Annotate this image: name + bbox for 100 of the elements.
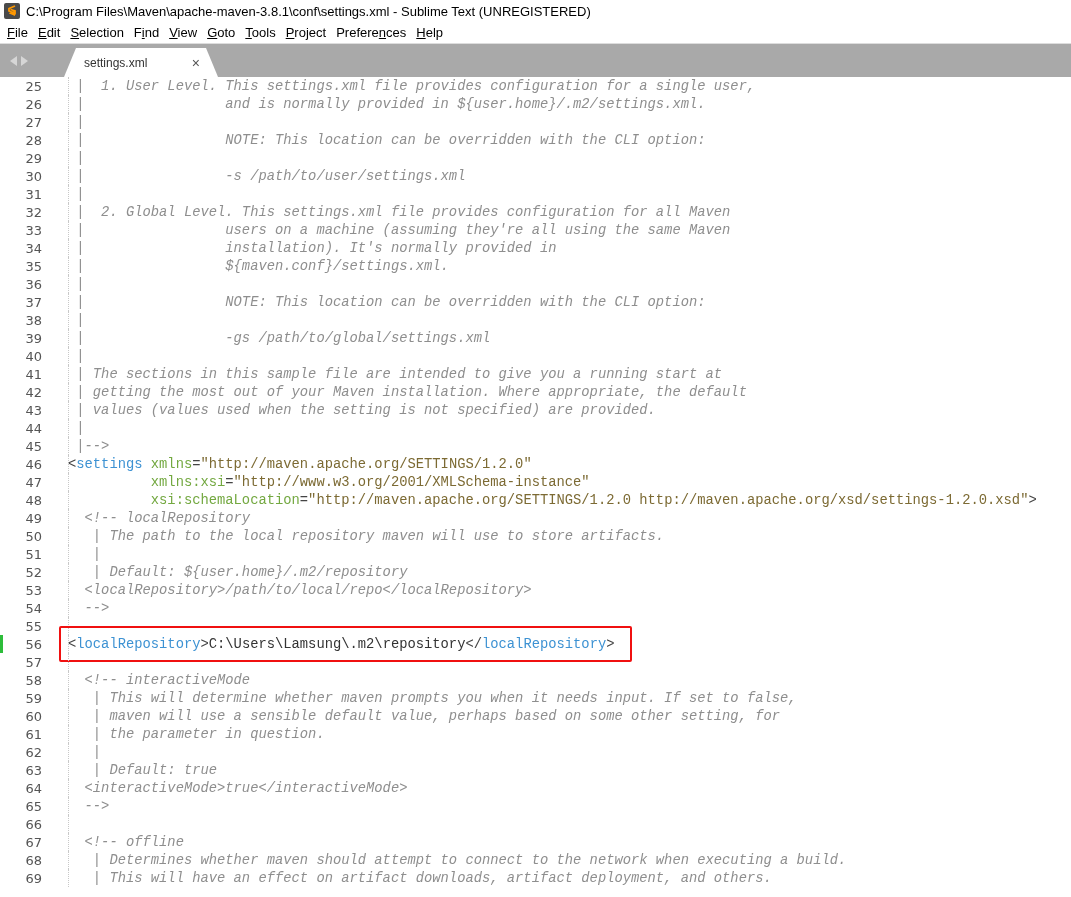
code-line: |: [75, 420, 85, 436]
code-line: <interactiveMode>true</interactiveMode>: [83, 780, 408, 796]
code-line: | 2. Global Level. This settings.xml file provides configuration for all Maven: [75, 204, 731, 220]
line-number: 63: [24, 762, 42, 778]
code-line: | NOTE: This location can be overridden with the CLI option:: [75, 132, 706, 148]
code-line: |: [75, 186, 85, 202]
line-number: 50: [24, 528, 42, 544]
menu-item[interactable]: Tools: [245, 25, 276, 40]
file-tab[interactable]: settings.xml ×: [64, 48, 218, 77]
code-line: | This will have an effect on artifact downloads, artifact deployment, and others.: [91, 870, 772, 886]
line-number: 51: [24, 546, 42, 562]
line-number: 32: [24, 204, 42, 220]
code-line: | NOTE: This location can be overridden with the CLI option:: [75, 294, 706, 310]
code-line: | maven will use a sensible default value, perhaps based on some other setting, for: [91, 708, 781, 724]
line-number: 40: [24, 348, 42, 364]
code-line: |: [91, 744, 102, 760]
line-number: 39: [24, 330, 42, 346]
line-number: 55: [24, 618, 42, 634]
line-number: 28: [24, 132, 42, 148]
close-icon[interactable]: ×: [191, 54, 200, 71]
code-line: | values (values used when the setting is not specified) are provided.: [75, 402, 656, 418]
line-number: 26: [24, 96, 42, 112]
menu-item[interactable]: View: [169, 25, 198, 40]
menu-item[interactable]: Preferences: [336, 25, 407, 40]
line-number: 56: [24, 636, 42, 652]
app-logo-icon: [4, 3, 20, 19]
code-line: | The sections in this sample file are intended to give you a running start at: [75, 366, 723, 382]
code-line: |-->: [75, 438, 110, 454]
line-number: 60: [24, 708, 42, 724]
menu-item[interactable]: Edit: [37, 25, 61, 40]
code-line: | users on a machine (assuming they're all using the same Maven: [75, 222, 731, 238]
line-number: 64: [24, 780, 42, 796]
code-line: | 1. User Level. This settings.xml file provides configuration for a single user,: [75, 78, 756, 94]
line-number: 54: [24, 600, 42, 616]
code-line: | -s /path/to/user/settings.xml: [75, 168, 466, 184]
line-number: 47: [24, 474, 42, 490]
line-number: 68: [24, 852, 42, 868]
line-number: 25: [24, 78, 42, 94]
line-number: 43: [24, 402, 42, 418]
code-line: <!-- interactiveMode: [83, 672, 251, 688]
code-line: | the parameter in question.: [91, 726, 325, 742]
line-number: 37: [24, 294, 42, 310]
menu-item[interactable]: Selection: [70, 25, 124, 40]
code-line: <!-- offline: [83, 834, 184, 850]
menu-item[interactable]: Find: [133, 25, 160, 40]
line-number: 45: [24, 438, 42, 454]
code-line: | getting the most out of your Maven installation. Where appropriate, the default: [75, 384, 747, 400]
code-line: |: [75, 276, 85, 292]
line-number: 35: [24, 258, 42, 274]
line-number: 34: [24, 240, 42, 256]
line-number: 53: [24, 582, 42, 598]
line-number: 29: [24, 150, 42, 166]
code-line: |: [75, 150, 85, 166]
line-number: 36: [24, 276, 42, 292]
line-number: 49: [24, 510, 42, 526]
code-line: <!-- localRepository: [83, 510, 251, 526]
code-line: | This will determine whether maven prompts you when it needs input. If set to false,: [91, 690, 797, 706]
code-line: |: [75, 312, 85, 328]
code-line: | ${maven.conf}/settings.xml.: [75, 258, 449, 274]
code-line: xsi:schemaLocation="http://maven.apache.org/SETTINGS/1.2.0 http://maven.apache.org/xsd/settings-1.2.0.xsd">: [149, 492, 1037, 508]
line-number: 33: [24, 222, 42, 238]
code-line: | -gs /path/to/global/settings.xml: [75, 330, 491, 346]
code-line: | Default: ${user.home}/.m2/repository: [91, 564, 408, 580]
line-number: 66: [24, 816, 42, 832]
line-number: 42: [24, 384, 42, 400]
line-number: 69: [24, 870, 42, 886]
code-line: <settings xmlns="http://maven.apache.org/SETTINGS/1.2.0": [68, 456, 532, 472]
code-line: | Determines whether maven should attempt to connect to the network when executing a build.: [91, 852, 847, 868]
forward-icon[interactable]: [21, 55, 28, 66]
line-number: 48: [24, 492, 42, 508]
menu-item[interactable]: File: [7, 25, 28, 40]
line-number: 52: [24, 564, 42, 580]
code-line: | installation). It's normally provided in: [75, 240, 557, 256]
line-number: 44: [24, 420, 42, 436]
line-number: 41: [24, 366, 42, 382]
code-line: | and is normally provided in ${user.home}/.m2/settings.xml.: [75, 96, 706, 112]
code-line: xmlns:xsi="http://www.w3.org/2001/XMLSchema-instance": [149, 474, 590, 490]
menu-item[interactable]: Help: [416, 25, 443, 40]
line-number: 67: [24, 834, 42, 850]
code-line: -->: [83, 798, 110, 814]
line-number: 30: [24, 168, 42, 184]
line-number: 61: [24, 726, 42, 742]
window-title: C:\Program Files\Maven\apache-maven-3.8.1\conf\settings.xml - Sublime Text (UNREGISTERED): [26, 3, 591, 19]
line-number: 62: [24, 744, 42, 760]
line-number: 65: [24, 798, 42, 814]
back-icon[interactable]: [10, 55, 17, 66]
menu-item[interactable]: Goto: [207, 25, 236, 40]
menu-item[interactable]: Project: [285, 25, 327, 40]
line-number: 58: [24, 672, 42, 688]
line-number: 31: [24, 186, 42, 202]
code-line: <localRepository>C:\Users\Lamsung\.m2\repository</localRepository>: [68, 636, 615, 652]
code-line: |: [91, 546, 102, 562]
line-number: 38: [24, 312, 42, 328]
code-line: |: [75, 114, 85, 130]
code-line: |: [75, 348, 85, 364]
line-number: 59: [24, 690, 42, 706]
code-line: | Default: true: [91, 762, 218, 778]
code-line: | The path to the local repository maven will use to store artifacts.: [91, 528, 665, 544]
code-line: <localRepository>/path/to/local/repo</localRepository>: [83, 582, 532, 598]
line-number: 27: [24, 114, 42, 130]
